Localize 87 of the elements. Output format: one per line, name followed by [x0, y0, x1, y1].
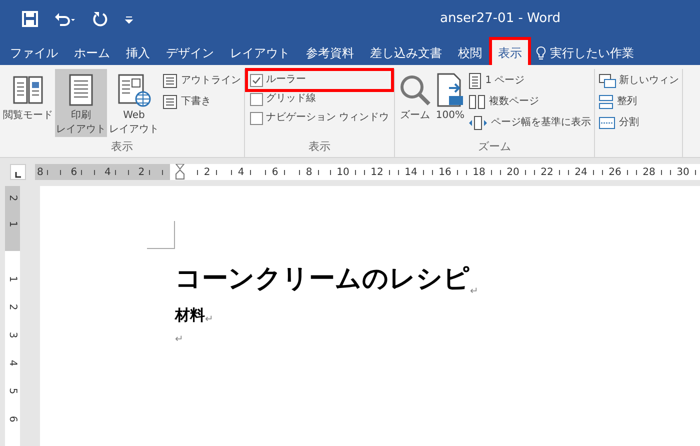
ruler-number: 8	[306, 166, 312, 180]
ribbon-button[interactable]: 閲覧モード	[2, 69, 54, 137]
window-title: anser27-01 - Word	[440, 10, 560, 28]
ribbon-button[interactable]: 印刷 レイアウト	[55, 69, 107, 137]
document-text: 材料	[175, 305, 205, 326]
margin-corner-mark	[147, 221, 175, 249]
ruler-number: 6	[70, 166, 78, 180]
ribbon-button[interactable]: 100%	[434, 69, 466, 137]
ribbon-tab[interactable]: 表示	[492, 40, 528, 65]
group-label: 表示	[308, 139, 332, 155]
ribbon-tab[interactable]: 差し込み文書	[364, 40, 448, 65]
ruler-number: 20	[506, 166, 520, 180]
redo-icon[interactable]	[92, 10, 108, 26]
outline-icon	[162, 73, 178, 89]
ruler-number: 3	[6, 332, 18, 338]
ruler-number: 2	[6, 194, 18, 202]
undo-icon[interactable]	[54, 10, 76, 26]
paragraph-mark: ↵	[470, 285, 478, 299]
ruler-number: 4	[6, 360, 18, 366]
ruler-number: 18	[472, 166, 486, 180]
save-icon[interactable]	[22, 10, 38, 26]
ruler-number: 5	[6, 388, 18, 394]
ruler-number: 12	[370, 166, 384, 180]
ribbon-button[interactable]: Web レイアウト	[108, 69, 160, 137]
ruler-number: 24	[574, 166, 588, 180]
ribbon-tab[interactable]: ファイル	[4, 40, 64, 65]
pages-icon	[468, 94, 486, 110]
ruler-number: 16	[438, 166, 452, 180]
ribbon-tab[interactable]: ホーム	[68, 40, 116, 65]
ribbon-small-button[interactable]: 複数ページ	[468, 92, 592, 112]
ribbon-tab[interactable]: 参考資料	[300, 40, 360, 65]
magnifier-icon	[398, 73, 432, 107]
paragraph-mark: ↵	[175, 333, 184, 347]
ruler-number: 1	[6, 220, 18, 228]
ribbon-small-button[interactable]: 1 ページ	[468, 71, 592, 91]
page-width-icon	[468, 115, 488, 131]
ruler-number: 10	[336, 166, 350, 180]
ribbon-tab[interactable]: レイアウト	[224, 40, 296, 65]
ruler-number: 2	[204, 166, 210, 180]
ruler-number: 4	[104, 166, 111, 180]
ruler-number: 14	[404, 166, 418, 180]
paragraph-mark: ↵	[205, 313, 214, 327]
check-icon	[252, 76, 261, 84]
tab-selector[interactable]	[10, 164, 26, 180]
lightbulb-icon	[536, 46, 546, 60]
page-icon	[68, 73, 94, 107]
indent-marker-icon[interactable]	[175, 164, 185, 180]
ruler-number: 2	[6, 304, 18, 310]
ruler-number: 28	[642, 166, 656, 180]
checkbox-option[interactable]: グリッド線	[248, 90, 392, 108]
lines-icon	[162, 94, 178, 110]
ruler-number: 26	[608, 166, 622, 180]
checkbox[interactable]	[250, 92, 263, 106]
ruler-number: 1	[6, 276, 18, 282]
ruler-number: 22	[540, 166, 554, 180]
checkbox-option[interactable]: ナビゲーション ウィンドウ	[248, 109, 392, 127]
group-label: ズーム	[477, 139, 512, 155]
ribbon-tab[interactable]: デザイン	[160, 40, 220, 65]
tell-me-field[interactable]: 実行したい作業	[536, 40, 634, 65]
ruler-number: 6	[6, 416, 18, 422]
ruler-number: 8	[37, 166, 44, 180]
ribbon-small-button[interactable]: アウトライン	[162, 71, 241, 91]
ribbon-small-button[interactable]: 分割	[598, 113, 680, 133]
ruler-number: 2	[138, 166, 145, 180]
ribbon-small-button[interactable]: 整列	[598, 92, 680, 112]
left-tab-icon	[14, 171, 22, 179]
ruler-number: 6	[272, 166, 278, 180]
group-label: 表示	[110, 139, 134, 155]
document-heading: コーンクリームのレシピ	[175, 263, 470, 296]
ribbon-small-button[interactable]: ページ幅を基準に表示	[468, 113, 592, 133]
web-page-icon	[117, 73, 151, 107]
ribbon-small-button[interactable]: 新しいウィン	[598, 71, 680, 91]
ribbon-small-button[interactable]: 下書き	[162, 92, 241, 112]
ribbon-button[interactable]: ズーム	[397, 69, 434, 137]
page-icon	[468, 72, 482, 90]
customize-icon[interactable]	[124, 14, 134, 24]
ruler-number: 30	[676, 166, 690, 180]
split-icon	[598, 115, 616, 131]
new-window-icon	[598, 73, 616, 89]
ruler-number: 4	[238, 166, 244, 180]
checkbox[interactable]	[250, 112, 263, 124]
ribbon-tab[interactable]: 校閲	[452, 40, 488, 65]
checkbox[interactable]	[250, 74, 263, 86]
checkbox-option[interactable]: ルーラー	[248, 71, 392, 89]
arrange-icon	[598, 94, 614, 110]
zoom-page-icon	[435, 72, 466, 108]
ribbon-tab[interactable]: 挿入	[120, 40, 156, 65]
